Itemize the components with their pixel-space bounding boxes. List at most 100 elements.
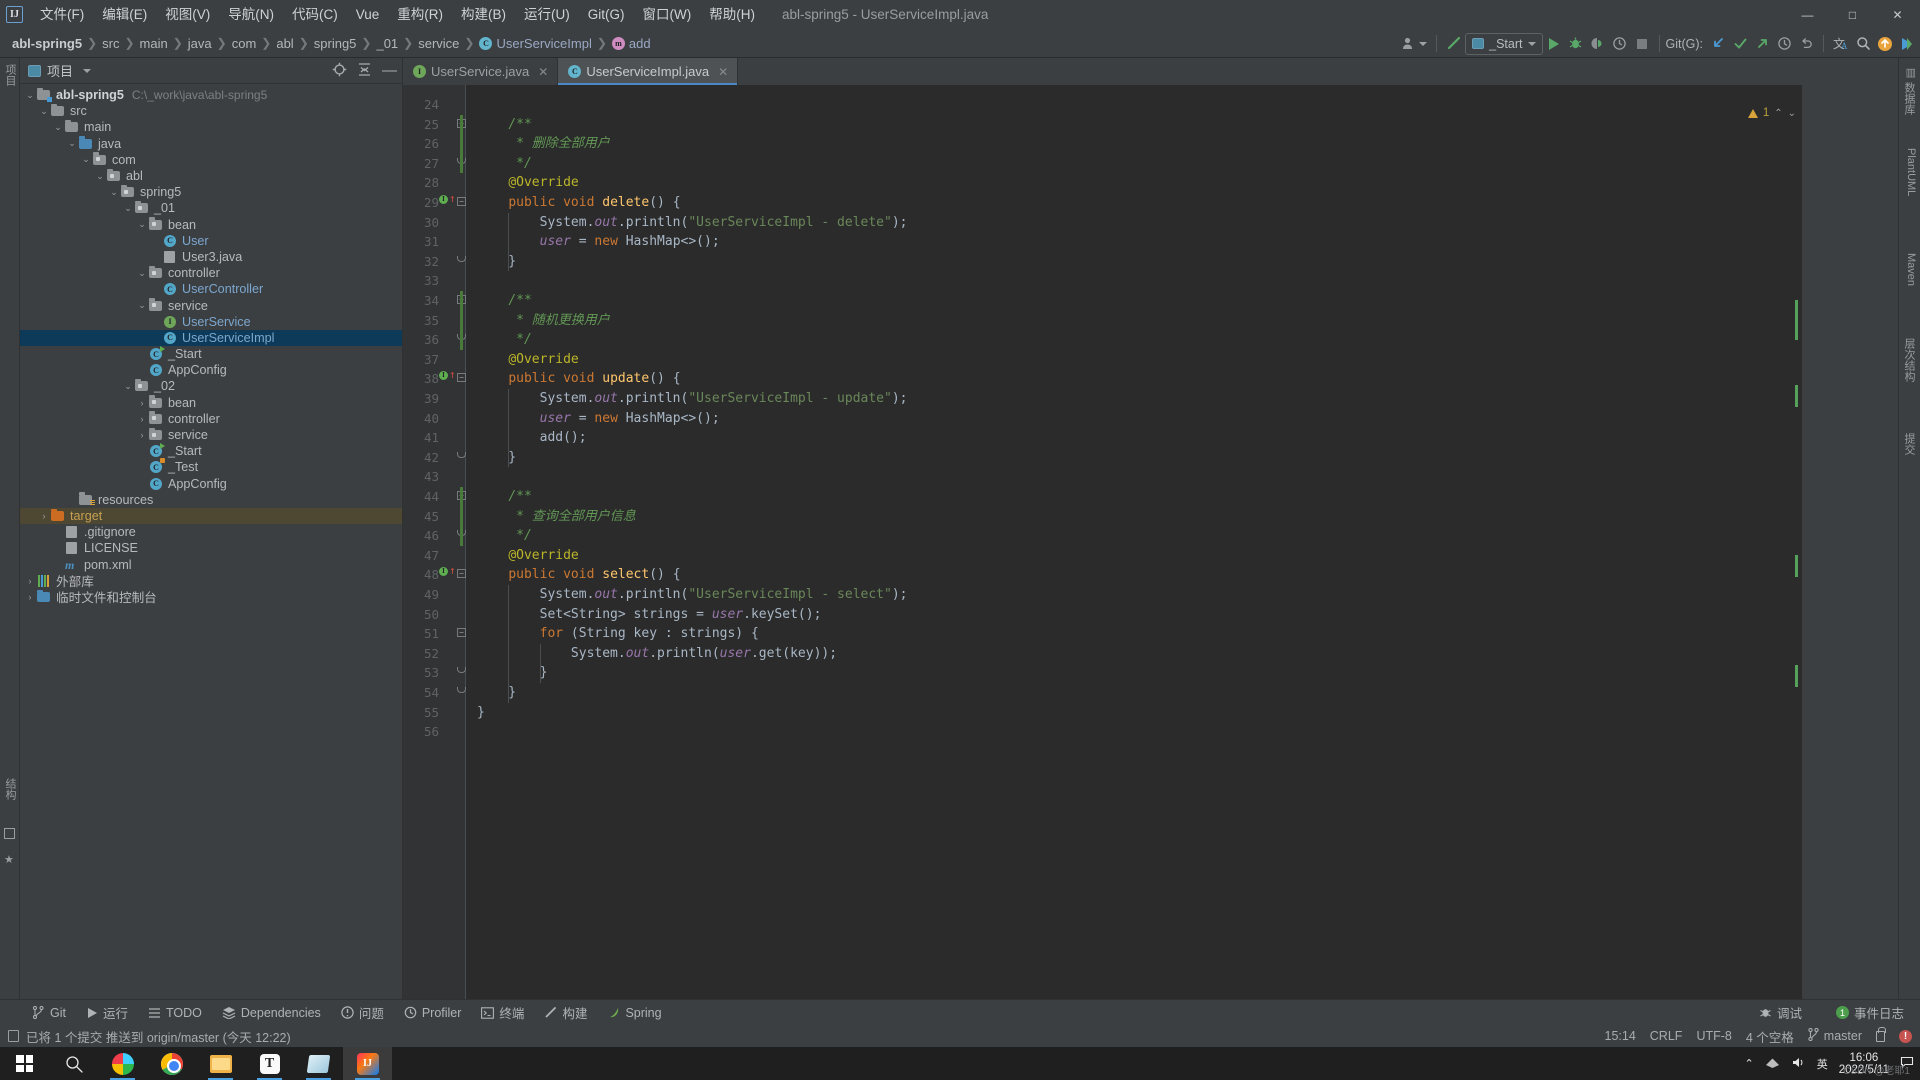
run-button[interactable]: [1543, 33, 1565, 55]
taskbar-chrome[interactable]: [147, 1047, 196, 1080]
tree-node-_Start[interactable]: ·C_Start: [20, 443, 402, 459]
breadcrumb-item-add[interactable]: m add: [608, 36, 655, 51]
menu-item-2[interactable]: 视图(V): [156, 0, 219, 29]
tree-node-_01[interactable]: ⌄ _01: [20, 200, 402, 216]
code-line[interactable]: 33: [403, 271, 1816, 291]
status-message[interactable]: 已将 1 个提交 推送到 origin/master (今天 12:22): [26, 1027, 291, 1046]
breadcrumb-item-java[interactable]: java: [184, 36, 216, 51]
code-fold-start-icon[interactable]: −: [457, 569, 466, 579]
breadcrumb-item-UserServiceImpl[interactable]: C UserServiceImpl: [475, 36, 595, 51]
tree-node-UserService[interactable]: ·I UserService: [20, 314, 402, 330]
menu-item-1[interactable]: 编辑(E): [93, 0, 156, 29]
next-problem-icon[interactable]: ⌄: [1788, 108, 1796, 119]
git-update-project-icon[interactable]: [1707, 33, 1729, 55]
chevron-down-icon[interactable]: ⌄: [52, 122, 64, 133]
breadcrumb-item-com[interactable]: com: [228, 36, 261, 51]
code-line[interactable]: 55}: [403, 703, 1816, 723]
read-only-lock-icon[interactable]: [1876, 1026, 1886, 1042]
menu-item-5[interactable]: Vue: [347, 0, 389, 29]
tree-node-_Test[interactable]: ·C_Test: [20, 458, 402, 475]
ide-features-icon[interactable]: [1896, 33, 1918, 55]
tool-button-plantuml[interactable]: PlantUML: [1905, 148, 1917, 196]
vcs-change-marker[interactable]: [460, 506, 463, 527]
git-commit-icon[interactable]: [1729, 33, 1751, 55]
code-line[interactable]: 54 }: [403, 683, 1816, 703]
code-line[interactable]: 30 System.out.println("UserServiceImpl -…: [403, 213, 1816, 233]
tree-node-abl-spring5[interactable]: ⌄ abl-spring5 C:\_work\java\abl-spring5: [20, 87, 402, 103]
tree-node-LICENSE[interactable]: · LICENSE: [20, 540, 402, 556]
project-tree[interactable]: ⌄ abl-spring5 C:\_work\java\abl-spring5 ⌄ sr…: [20, 84, 402, 1005]
git-push-icon[interactable]: [1751, 33, 1773, 55]
tray-language-indicator[interactable]: 英: [1817, 1056, 1828, 1072]
tree-node-bean[interactable]: ⌄ bean: [20, 217, 402, 233]
tool-button-structure[interactable]: 结构: [2, 778, 18, 800]
menu-item-3[interactable]: 导航(N): [219, 0, 283, 29]
vcs-change-marker[interactable]: [460, 153, 463, 174]
tool-window-Dependencies[interactable]: Dependencies: [212, 1000, 331, 1026]
code-editor[interactable]: 2425− /**26 * 删除全部用户27 */28 @Override29I…: [403, 85, 1816, 1005]
run-configuration-selector[interactable]: _Start: [1465, 32, 1543, 55]
breadcrumb-item-abl-spring5[interactable]: abl-spring5: [8, 36, 86, 51]
breadcrumb-item-spring5[interactable]: spring5: [310, 36, 361, 51]
profiler-button[interactable]: [1609, 33, 1631, 55]
menu-item-9[interactable]: Git(G): [579, 0, 634, 29]
search-icon[interactable]: [1852, 33, 1874, 55]
code-fold-end-icon[interactable]: [457, 687, 466, 693]
update-available-icon[interactable]: [1874, 33, 1896, 55]
taskbar-edge[interactable]: [98, 1047, 147, 1080]
tool-button-commit[interactable]: 提交: [1901, 433, 1917, 455]
tool-window-Git[interactable]: Git: [22, 1000, 76, 1026]
inspection-error-icon[interactable]: !: [1899, 1029, 1912, 1043]
code-fold-end-icon[interactable]: [457, 667, 466, 674]
chevron-down-icon[interactable]: ⌄: [136, 268, 148, 279]
tool-window-事件日志[interactable]: 1 事件日志: [1826, 1000, 1914, 1026]
caret-position[interactable]: 15:14: [1605, 1029, 1636, 1043]
vcs-change-marker[interactable]: [460, 526, 463, 546]
code-line[interactable]: 42 }: [403, 448, 1816, 468]
favorites-star-icon[interactable]: ★: [4, 853, 14, 866]
bookmarks-icon[interactable]: [4, 828, 15, 839]
code-line[interactable]: 48 I ↑ − public void select() {: [403, 565, 1816, 585]
chevron-down-icon[interactable]: ⌄: [66, 138, 78, 149]
collapse-all-icon[interactable]: [357, 62, 372, 80]
override-method-gutter-icon[interactable]: I ↑: [439, 193, 456, 206]
code-fold-start-icon[interactable]: −: [457, 628, 466, 638]
breadcrumb[interactable]: abl-spring5 ❯ src ❯ main ❯ java ❯ com ❯ abl ❯ spring…: [0, 29, 655, 58]
code-fold-start-icon[interactable]: −: [457, 373, 466, 383]
inspection-widget[interactable]: 1 ⌃ ⌄: [1747, 107, 1796, 119]
tree-node-java[interactable]: ⌄ java: [20, 136, 402, 152]
code-line[interactable]: 40 user = new HashMap<>();: [403, 409, 1816, 429]
code-line[interactable]: 46 */: [403, 526, 1816, 546]
code-line[interactable]: 44− /**: [403, 487, 1816, 507]
build-hammer-icon[interactable]: [1443, 33, 1465, 55]
code-line[interactable]: 38 I ↑ − public void update() {: [403, 369, 1816, 389]
chevron-down-icon[interactable]: ⌄: [80, 154, 92, 165]
code-lines[interactable]: 2425− /**26 * 删除全部用户27 */28 @Override29I…: [403, 85, 1816, 1005]
code-line[interactable]: 41 add();: [403, 428, 1816, 448]
editor-tab-UserServicejava[interactable]: I UserService.java ✕: [403, 58, 559, 85]
tree-node-service[interactable]: › service: [20, 427, 402, 443]
start-button[interactable]: [0, 1047, 49, 1080]
tree-node-[interactable]: › 外部库: [20, 573, 402, 589]
code-line[interactable]: 43: [403, 467, 1816, 487]
code-line[interactable]: 25− /**: [403, 115, 1816, 135]
tool-button-project[interactable]: 项目: [2, 64, 18, 86]
code-line[interactable]: 47 @Override: [403, 546, 1816, 566]
tool-window-Profiler[interactable]: Profiler: [394, 1000, 472, 1026]
code-line[interactable]: 36 */: [403, 330, 1816, 350]
code-line[interactable]: 50 Set<String> strings = user.keySet();: [403, 605, 1816, 625]
tree-node-main[interactable]: ⌄ main: [20, 119, 402, 135]
code-line[interactable]: 52 System.out.println(user.get(key));: [403, 644, 1816, 664]
chevron-down-icon[interactable]: ⌄: [122, 381, 134, 392]
code-line[interactable]: 35 * 随机更换用户: [403, 311, 1816, 331]
chevron-right-icon[interactable]: ›: [38, 511, 50, 521]
menu-item-0[interactable]: 文件(F): [31, 0, 93, 29]
tool-window-终端[interactable]: 终端: [471, 1000, 534, 1026]
menu-item-7[interactable]: 构建(B): [452, 0, 515, 29]
tree-node-UserController[interactable]: ·C UserController: [20, 281, 402, 297]
file-encoding[interactable]: UTF-8: [1696, 1029, 1731, 1043]
run-with-coverage-button[interactable]: [1587, 33, 1609, 55]
tree-node-_Start[interactable]: ·C_Start: [20, 346, 402, 362]
vcs-change-marker[interactable]: [460, 134, 463, 154]
taskbar-intellij-idea[interactable]: IJ: [343, 1047, 392, 1080]
